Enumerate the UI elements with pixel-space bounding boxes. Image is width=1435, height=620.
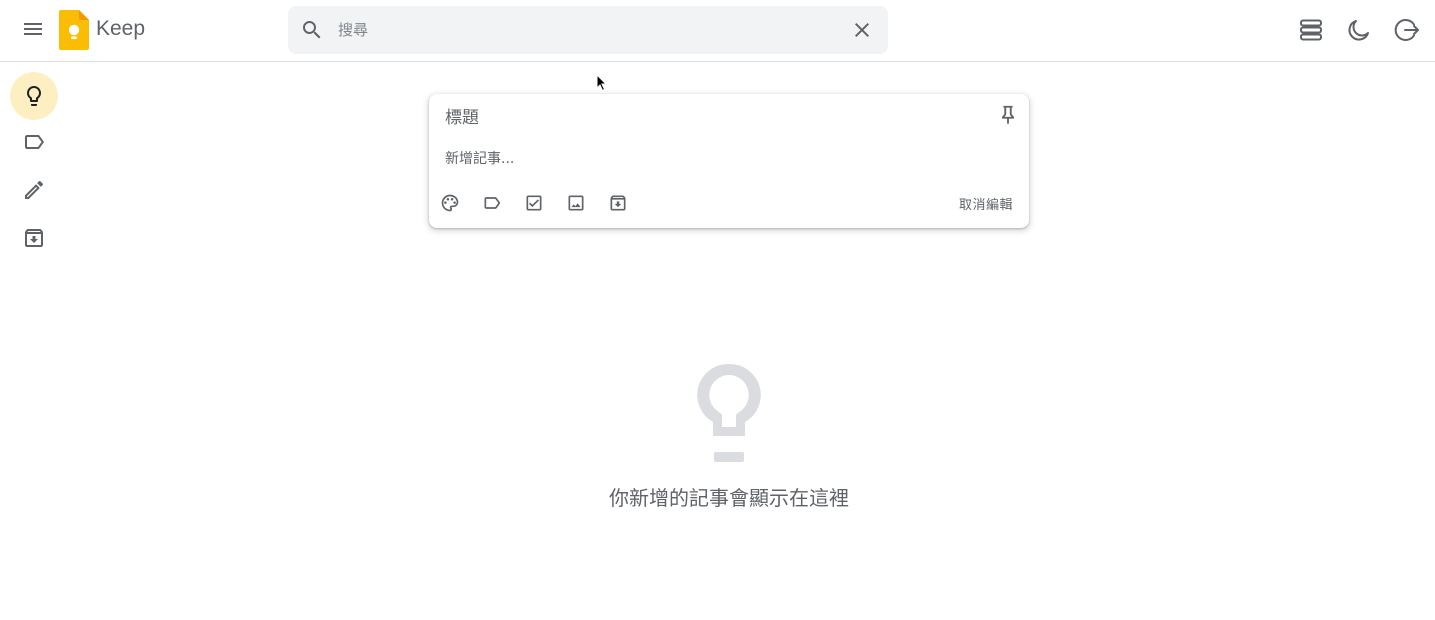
palette-icon	[441, 194, 459, 212]
pencil-icon	[25, 180, 44, 199]
lightbulb-icon	[27, 86, 41, 106]
sidebar-item-archive[interactable]	[10, 214, 58, 262]
sidebar-item-edit-labels[interactable]	[10, 166, 58, 214]
app-title: Keep	[96, 17, 146, 40]
archive-note-button[interactable]	[607, 192, 629, 214]
image-icon	[568, 195, 584, 211]
checklist-button[interactable]	[523, 192, 545, 214]
label-icon	[484, 197, 501, 209]
search-icon[interactable]	[300, 18, 324, 42]
close-icon[interactable]	[850, 18, 874, 42]
note-body-input[interactable]	[445, 148, 1005, 170]
label-icon	[25, 135, 44, 149]
archive-icon	[25, 229, 43, 247]
main-menu-button[interactable]	[13, 9, 53, 49]
dark-mode-icon	[1348, 20, 1369, 41]
note-composer: 取消編輯	[429, 94, 1029, 228]
cancel-edit-button[interactable]: 取消編輯	[959, 194, 1013, 213]
sidebar-item-notes[interactable]	[10, 72, 58, 120]
sidebar-item-labels[interactable]	[10, 118, 58, 166]
lightbulb-icon	[697, 363, 761, 462]
search-input[interactable]	[338, 16, 828, 44]
empty-state-message: 你新增的記事會顯示在這裡	[609, 486, 849, 510]
checkbox-icon	[526, 195, 542, 211]
search-bar	[288, 6, 888, 54]
add-label-button[interactable]	[481, 192, 503, 214]
mouse-cursor-icon	[596, 74, 608, 92]
list-view-icon	[1300, 19, 1322, 41]
keep-logo-icon[interactable]	[59, 10, 89, 50]
dark-mode-button[interactable]	[1343, 14, 1375, 46]
list-view-button[interactable]	[1295, 14, 1327, 46]
logout-button[interactable]	[1391, 14, 1423, 46]
empty-state: 你新增的記事會顯示在這裡	[529, 360, 929, 511]
note-title-input[interactable]	[445, 104, 985, 132]
color-palette-button[interactable]	[439, 192, 461, 214]
hamburger-menu-icon	[24, 23, 42, 35]
pin-icon[interactable]	[997, 104, 1019, 126]
logout-icon	[1394, 19, 1419, 41]
add-image-button[interactable]	[565, 192, 587, 214]
app-header: Keep	[0, 0, 1435, 62]
archive-icon	[610, 195, 626, 211]
